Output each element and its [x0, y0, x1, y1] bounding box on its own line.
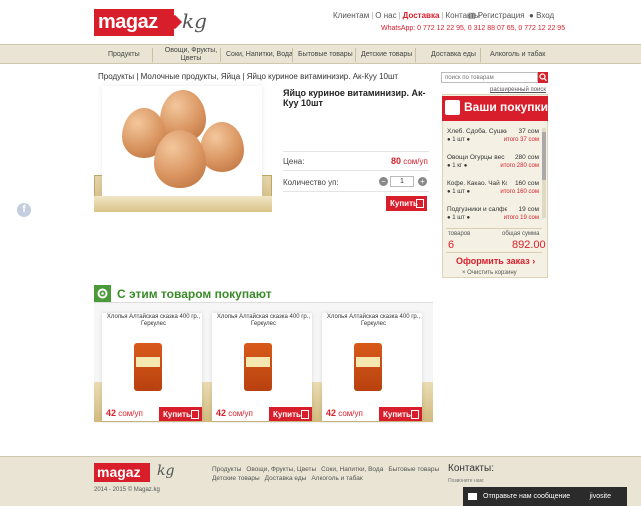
cart-icon — [301, 410, 309, 419]
product-card[interactable]: Хлопья Алтайская сказка 400 гр., Геркуле… — [322, 313, 422, 421]
qty-decrease-button[interactable]: − — [379, 177, 388, 186]
clear-cart-link[interactable]: × Очистить корзину — [462, 270, 517, 276]
price-label: Цена: — [283, 157, 305, 166]
qty-input[interactable]: 1 — [390, 176, 414, 187]
total-sum-value: 892.00 — [512, 239, 546, 251]
buy-button[interactable]: Купить — [159, 407, 202, 421]
total-sum-label: общая сумма — [502, 231, 540, 237]
cat-alcohol[interactable]: Алкоголь и табак — [490, 51, 545, 59]
chat-label: Отправьте нам сообщение — [483, 493, 571, 500]
breadcrumb[interactable]: Продукты | Молочные продукты, Яйца | Яйц… — [98, 72, 398, 81]
minus-icon: ● — [447, 163, 451, 169]
phone-numbers: WhatsApp: 0 772 12 22 95, 0 312 88 07 65… — [381, 25, 566, 32]
product-card[interactable]: Хлопья Алтайская сказка 400 гр., Геркуле… — [102, 313, 202, 421]
cat-vegetables[interactable]: Овощи, Фрукты, Цветы — [163, 47, 219, 63]
footer-links: Продукты Овощи, Фрукты, Цветы Соки, Напитк… — [212, 465, 439, 483]
minus-icon: ● — [447, 215, 451, 221]
product-card-image — [134, 343, 162, 391]
items-count-label: товаров — [448, 231, 471, 237]
footer-link[interactable]: Продукты — [212, 466, 241, 473]
logo-dot — [167, 14, 183, 30]
footer-logo-suffix: kg — [157, 463, 175, 479]
advanced-search-link[interactable]: расширенный поиск — [490, 87, 546, 93]
logo-text: magaz — [98, 11, 158, 33]
price-value: 80 сом/уп — [391, 156, 428, 166]
gear-icon — [94, 285, 111, 302]
buy-button[interactable]: Купить — [269, 407, 312, 421]
minus-icon: ● — [447, 189, 451, 195]
site-logo[interactable]: magaz — [94, 9, 183, 36]
chat-widget[interactable]: Отправьте нам сообщение jivosite — [463, 487, 627, 506]
search-icon — [539, 73, 547, 82]
product-card-price: 42 сом/уп — [106, 408, 143, 418]
bag-icon — [445, 100, 460, 115]
shelf-front — [94, 196, 272, 212]
search-input[interactable] — [441, 72, 538, 83]
copyright: 2014 - 2015 © Magaz.kg — [94, 487, 160, 493]
register-icon: ▤ — [468, 11, 476, 20]
footer-link[interactable]: Соки, Напитки, Вода — [321, 466, 383, 473]
also-bought-title: С этим товаром покупают — [117, 287, 272, 301]
product-image — [102, 86, 262, 200]
product-card-image — [354, 343, 382, 391]
product-card-title[interactable]: Хлопья Алтайская сказка 400 гр., Геркуле… — [106, 314, 201, 328]
footer-link[interactable]: Алкоголь и табак — [311, 475, 362, 482]
chat-brand: jivosite — [589, 493, 611, 500]
buy-button[interactable]: Купить — [386, 196, 427, 211]
product-card-image — [244, 343, 272, 391]
plus-icon: ● — [466, 137, 471, 143]
cart-title: Ваши покупки — [464, 100, 548, 114]
cat-juices[interactable]: Соки, Напитки, Вода — [226, 51, 293, 59]
cat-kids[interactable]: Детские товары — [361, 51, 412, 59]
product-title: Яйцо куриное витаминизир. Ак-Куу 10шт — [283, 88, 426, 108]
cart-icon — [416, 199, 424, 208]
footer-link[interactable]: Доставка еды — [265, 475, 307, 482]
login-link[interactable]: Вход — [536, 11, 554, 20]
logo-suffix: kg — [182, 9, 207, 33]
nav-delivery[interactable]: Доставка — [403, 11, 440, 20]
product-card-price: 42 сом/уп — [216, 408, 253, 418]
items-count-value: 6 — [448, 239, 455, 251]
plus-icon: ● — [466, 189, 471, 195]
cat-products[interactable]: Продукты — [108, 51, 140, 59]
buy-button[interactable]: Купить — [379, 407, 422, 421]
nav-about[interactable]: О нас — [375, 11, 396, 20]
cart-scroll-thumb[interactable] — [542, 132, 546, 180]
auth-links: ▤ Регистрация ● Вход — [468, 11, 554, 20]
footer-link[interactable]: Овощи, Фрукты, Цветы — [246, 466, 316, 473]
cart-icon — [191, 410, 199, 419]
footer-link[interactable]: Детские товары — [212, 475, 260, 482]
qty-increase-button[interactable]: + — [418, 177, 427, 186]
search-button[interactable] — [538, 72, 548, 83]
user-icon: ● — [529, 11, 534, 20]
plus-icon: ● — [463, 163, 468, 169]
cart-icon — [411, 410, 419, 419]
nav-clients[interactable]: Клиентам — [333, 11, 369, 20]
product-card[interactable]: Хлопья Алтайская сказка 400 гр., Геркуле… — [212, 313, 312, 421]
footer-link[interactable]: Бытовые товары — [388, 466, 439, 473]
checkout-link[interactable]: Оформить заказ › — [456, 256, 535, 266]
product-card-price: 42 сом/уп — [326, 408, 363, 418]
register-link[interactable]: Регистрация — [478, 11, 525, 20]
cat-household[interactable]: Бытовые товары — [298, 51, 353, 59]
contacts-heading: Контакты: — [448, 463, 494, 474]
category-bar: Продукты Овощи, Фрукты, Цветы Соки, Напи… — [0, 44, 641, 64]
facebook-icon[interactable]: f — [17, 203, 31, 217]
qty-label: Количество уп: — [283, 178, 339, 187]
top-nav: Клиентам | О нас | Доставка | Контакты — [333, 11, 481, 20]
plus-icon: ● — [466, 215, 471, 221]
product-card-title[interactable]: Хлопья Алтайская сказка 400 гр., Геркуле… — [216, 314, 311, 328]
footer-logo[interactable]: magaz — [94, 463, 150, 482]
cat-food-delivery[interactable]: Доставка еды — [431, 51, 476, 59]
product-card-title[interactable]: Хлопья Алтайская сказка 400 гр., Геркуле… — [326, 314, 421, 328]
minus-icon: ● — [447, 137, 451, 143]
envelope-icon — [468, 493, 477, 500]
contacts-small: Позвоните нам: — [448, 478, 485, 484]
